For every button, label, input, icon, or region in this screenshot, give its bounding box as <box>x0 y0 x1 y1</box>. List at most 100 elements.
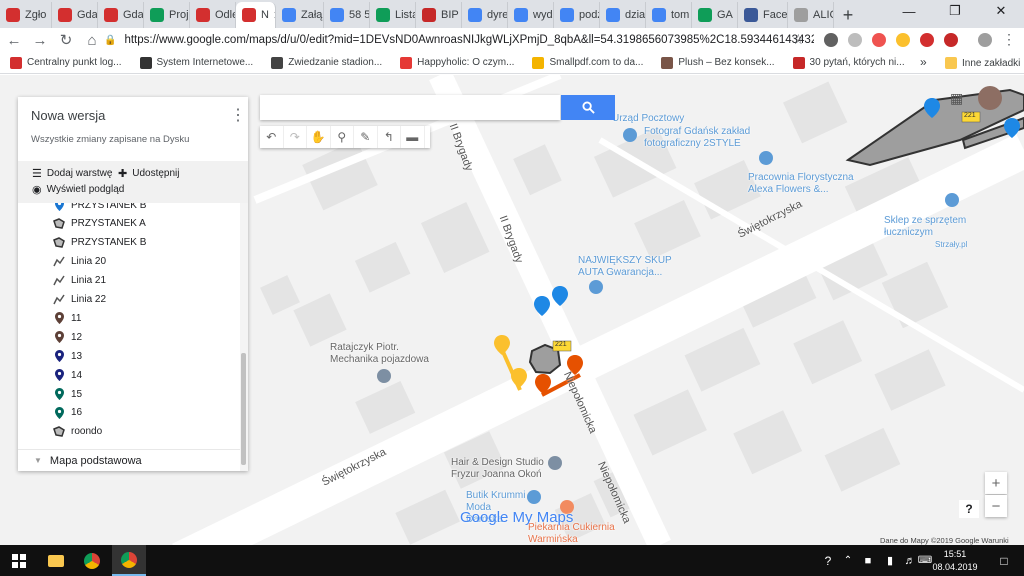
browser-tab[interactable]: BIP <box>416 2 462 28</box>
browser-tab[interactable]: ALIC <box>788 2 834 28</box>
forward-arrow-icon[interactable]: → <box>28 28 52 52</box>
zoom-in-button[interactable]: + <box>985 472 1007 494</box>
layer-item[interactable]: 16 <box>52 406 82 419</box>
bookmark-item[interactable]: 30 pytań, których ni... <box>792 56 905 69</box>
bookmark-item[interactable]: Plush – Bez konsek... <box>661 56 775 69</box>
map-attribution[interactable]: Dane do Mapy ©2019 Google Warunki <box>880 536 1009 545</box>
browser-tab[interactable]: GA <box>692 2 738 28</box>
browser-tab[interactable]: wydz <box>508 2 554 28</box>
browser-tab[interactable]: N✕ <box>236 2 276 28</box>
avatar[interactable] <box>978 86 1002 110</box>
browser-tab[interactable]: 58 5 <box>324 2 370 28</box>
scrollbar-thumb[interactable] <box>241 353 246 465</box>
extension-icon[interactable] <box>872 33 886 47</box>
layer-item[interactable]: roondo <box>52 426 102 437</box>
extension-icon[interactable] <box>944 33 958 47</box>
poi-sklep[interactable]: Sklep ze sprzętem łuczniczym <box>884 215 974 239</box>
chevron-up-icon[interactable]: ⌃ <box>840 545 856 576</box>
browser-tab[interactable]: Face <box>738 2 788 28</box>
directions-icon[interactable]: ↰ <box>378 126 401 148</box>
shop-icon <box>589 280 603 294</box>
layer-item[interactable]: PRZYSTANEK B <box>52 203 146 211</box>
system-clock[interactable]: 15:51 08.04.2019 <box>930 548 980 574</box>
preview-button[interactable]: ◉ Wyświetl podgląd <box>32 183 124 196</box>
browser-tab[interactable]: Lista <box>370 2 416 28</box>
layer-item[interactable]: 11 <box>52 312 81 325</box>
browser-tab[interactable]: Załą <box>276 2 324 28</box>
draw-line-icon[interactable]: ✎ <box>354 126 378 148</box>
more-options-icon[interactable]: ⋮ <box>230 105 246 125</box>
poi-pracownia[interactable]: Pracownia Florystyczna Alexa Flowers &..… <box>748 172 868 196</box>
browser-tab[interactable]: podz <box>554 2 600 28</box>
help-button[interactable]: ? <box>959 500 979 518</box>
bookmark-item[interactable]: Happyholic: O czym... <box>400 56 514 69</box>
layer-item[interactable]: PRZYSTANEK B <box>52 237 146 248</box>
help-tray-icon[interactable]: ? <box>818 545 838 576</box>
poi-fotograf[interactable]: Fotograf Gdańsk zakład fotograficzny 2ST… <box>644 126 764 150</box>
browser-tab[interactable]: Gda <box>98 2 144 28</box>
basemap-layer[interactable]: ▼ Mapa podstawowa <box>18 449 240 471</box>
windows-start-icon[interactable] <box>4 545 34 576</box>
back-arrow-icon[interactable]: ← <box>2 28 26 52</box>
restore-window-button[interactable]: ❐ <box>932 0 978 22</box>
home-icon[interactable]: ⌂ <box>80 28 104 52</box>
browser-tab[interactable]: Odle <box>190 2 236 28</box>
bookmark-item[interactable]: Centralny punkt log... <box>10 56 122 69</box>
map-title[interactable]: Nowa wersja <box>31 108 105 123</box>
profile-avatar-icon[interactable] <box>978 33 992 47</box>
panel-scrollbar[interactable] <box>240 203 248 471</box>
menu-dots-icon[interactable]: ⋮ <box>1002 31 1016 48</box>
poi-hair-design[interactable]: Hair & Design Studio Fryzur Joanna Okoń <box>451 457 551 481</box>
poi-ratajczyk[interactable]: Ratajczyk Piotr. Mechanika pojazdowa <box>330 342 440 366</box>
browser-tab[interactable]: Zgło <box>0 2 52 28</box>
layer-item[interactable]: 13 <box>52 350 82 363</box>
search-button[interactable] <box>561 95 615 120</box>
browser-tab[interactable]: dyre <box>462 2 508 28</box>
browser-tab[interactable]: dział <box>600 2 646 28</box>
notifications-icon[interactable]: □ <box>992 545 1016 576</box>
share-button[interactable]: ✚ Udostępnij <box>118 167 179 180</box>
layer-item[interactable]: Linia 20 <box>52 256 106 267</box>
adblock-icon[interactable] <box>920 33 934 47</box>
file-explorer-icon[interactable] <box>40 545 72 576</box>
close-window-button[interactable]: ✕ <box>978 0 1024 22</box>
zoom-out-button[interactable]: − <box>985 495 1007 517</box>
reload-icon[interactable]: ↻ <box>54 28 78 52</box>
address-bar[interactable]: 🔒 https://www.google.com/maps/d/u/0/edit… <box>104 30 814 50</box>
redo-icon[interactable]: ↷ <box>284 126 307 148</box>
chrome-active-window-icon[interactable] <box>112 545 146 576</box>
layer-item[interactable]: Linia 21 <box>52 275 106 286</box>
chrome-icon[interactable] <box>76 545 108 576</box>
layer-item[interactable]: 14 <box>52 369 82 382</box>
battery-icon[interactable]: ▮ <box>880 545 900 576</box>
add-layer-button[interactable]: ☰ Dodaj warstwę <box>32 167 112 180</box>
map-search-input[interactable] <box>260 95 560 120</box>
layer-item[interactable]: 15 <box>52 388 82 400</box>
layer-item[interactable]: 12 <box>52 331 82 344</box>
browser-tab[interactable]: Gda <box>52 2 98 28</box>
extension-icon[interactable] <box>824 33 838 47</box>
minimize-window-button[interactable]: — <box>886 0 932 22</box>
more-bookmarks-button[interactable]: » <box>920 55 927 69</box>
bookmark-star-icon[interactable]: ☆ <box>792 31 805 48</box>
other-bookmarks-folder[interactable]: Inne zakładki <box>945 57 1020 69</box>
layer-item[interactable]: PRZYSTANEK A <box>52 218 146 229</box>
poi-urzad-pocztowy[interactable]: Urząd Pocztowy <box>612 113 684 125</box>
bookmark-item[interactable]: Smallpdf.com to da... <box>532 56 643 69</box>
browser-tab[interactable]: Proj <box>144 2 190 28</box>
browser-tab[interactable]: tom <box>646 2 692 28</box>
hand-tool-icon[interactable]: ✋ <box>307 126 331 148</box>
yellow-pin-icon[interactable] <box>494 335 510 355</box>
new-tab-button[interactable]: + <box>834 2 862 28</box>
undo-icon[interactable]: ↶ <box>260 126 284 148</box>
extension-icon[interactable] <box>848 33 862 47</box>
apps-grid-icon[interactable]: ▦ <box>950 90 963 107</box>
extension-icon[interactable] <box>896 33 910 47</box>
ruler-icon[interactable]: ▬ <box>401 126 425 148</box>
poi-skup[interactable]: NAJWIĘKSZY SKUP AUTA Gwarancja... <box>578 255 678 279</box>
bookmark-item[interactable]: System Internetowe... <box>139 56 253 69</box>
add-marker-icon[interactable]: ⚲ <box>331 126 354 148</box>
layer-item[interactable]: Linia 22 <box>52 294 106 305</box>
bookmark-item[interactable]: Zwiedzanie stadion... <box>271 56 382 69</box>
network-icon[interactable]: ■ <box>858 545 878 576</box>
